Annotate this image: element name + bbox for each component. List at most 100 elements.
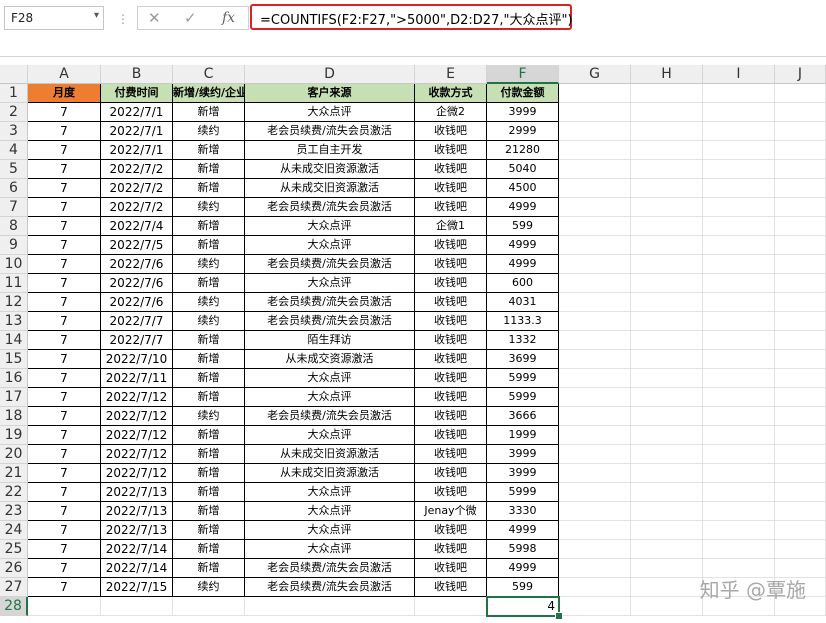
data-cell[interactable]: 新增 [173,369,245,388]
data-cell[interactable]: 7 [28,521,101,540]
data-cell[interactable]: 新增 [173,502,245,521]
empty-cell[interactable] [703,141,775,160]
row-header-10[interactable]: 10 [0,255,28,274]
data-cell[interactable]: 老会员续费/流失会员激活 [245,578,415,597]
row-header-1[interactable]: 1 [0,84,28,103]
empty-cell[interactable] [703,388,775,407]
data-cell[interactable]: 21280 [487,141,559,160]
data-cell[interactable]: 7 [28,407,101,426]
empty-cell[interactable] [631,198,703,217]
empty-cell[interactable] [631,141,703,160]
empty-cell[interactable] [631,426,703,445]
empty-cell[interactable] [631,540,703,559]
data-cell[interactable]: 7 [28,293,101,312]
row-header-25[interactable]: 25 [0,540,28,559]
empty-cell[interactable] [775,198,826,217]
data-cell[interactable]: 1332 [487,331,559,350]
data-cell[interactable]: 收钱吧 [415,483,487,502]
header-cell-f[interactable]: 付款金额 [487,84,559,103]
column-header-d[interactable]: D [245,65,415,84]
data-cell[interactable]: 老会员续费/流失会员激活 [245,312,415,331]
empty-cell[interactable] [559,407,631,426]
data-cell[interactable]: 收钱吧 [415,274,487,293]
empty-cell[interactable] [703,122,775,141]
empty-cell[interactable] [703,293,775,312]
empty-cell[interactable] [775,369,826,388]
empty-cell[interactable] [559,274,631,293]
row-header-12[interactable]: 12 [0,293,28,312]
data-cell[interactable]: 大众点评 [245,236,415,255]
column-header-b[interactable]: B [101,65,173,84]
empty-cell[interactable] [631,255,703,274]
data-cell[interactable]: 收钱吧 [415,312,487,331]
data-cell[interactable]: 5040 [487,160,559,179]
empty-cell[interactable] [775,445,826,464]
empty-cell[interactable] [559,426,631,445]
row-header-11[interactable]: 11 [0,274,28,293]
empty-cell[interactable] [775,312,826,331]
data-cell[interactable]: 7 [28,160,101,179]
empty-cell[interactable] [559,502,631,521]
chevron-down-icon[interactable]: ▾ [94,10,99,21]
data-cell[interactable]: 新增 [173,350,245,369]
formula-input[interactable]: =COUNTIFS(F2:F27,">5000",D2:D27,"大众点评") [260,9,573,28]
data-cell[interactable]: 收钱吧 [415,578,487,597]
empty-cell[interactable] [703,103,775,122]
row-header-26[interactable]: 26 [0,559,28,578]
data-cell[interactable]: 新增 [173,141,245,160]
data-cell[interactable]: 老会员续费/流失会员激活 [245,407,415,426]
data-cell[interactable]: 2999 [487,122,559,141]
data-cell[interactable]: 大众点评 [245,426,415,445]
data-cell[interactable]: 2022/7/12 [101,426,173,445]
data-cell[interactable]: 4500 [487,179,559,198]
data-cell[interactable]: 2022/7/1 [101,122,173,141]
data-cell[interactable]: 收钱吧 [415,141,487,160]
data-cell[interactable]: 大众点评 [245,369,415,388]
data-cell[interactable]: 大众点评 [245,388,415,407]
row-header-18[interactable]: 18 [0,407,28,426]
data-cell[interactable]: 老会员续费/流失会员激活 [245,293,415,312]
column-header-e[interactable]: E [415,65,487,84]
row-header-5[interactable]: 5 [0,160,28,179]
empty-cell[interactable] [631,578,703,597]
column-header-f[interactable]: F [487,65,559,84]
data-cell[interactable]: 老会员续费/流失会员激活 [245,198,415,217]
data-cell[interactable]: 新增 [173,160,245,179]
empty-cell[interactable] [703,407,775,426]
empty-cell[interactable] [703,426,775,445]
data-cell[interactable]: 4999 [487,255,559,274]
column-header-a[interactable]: A [28,65,101,84]
data-cell[interactable]: 大众点评 [245,483,415,502]
data-cell[interactable]: 新增 [173,274,245,293]
empty-cell[interactable] [703,445,775,464]
empty-cell[interactable] [775,84,826,103]
row-header-23[interactable]: 23 [0,502,28,521]
empty-cell[interactable] [559,464,631,483]
fill-handle-icon[interactable] [555,612,563,620]
data-cell[interactable]: 2022/7/13 [101,521,173,540]
empty-cell[interactable] [559,521,631,540]
data-cell[interactable]: 大众点评 [245,274,415,293]
data-cell[interactable]: 7 [28,236,101,255]
data-cell[interactable]: 收钱吧 [415,369,487,388]
empty-cell[interactable] [631,217,703,236]
empty-cell[interactable] [631,502,703,521]
empty-cell[interactable] [245,597,415,616]
empty-cell[interactable] [775,483,826,502]
row-header-2[interactable]: 2 [0,103,28,122]
data-cell[interactable]: 1999 [487,426,559,445]
empty-cell[interactable] [703,464,775,483]
empty-cell[interactable] [775,255,826,274]
header-cell-d[interactable]: 客户来源 [245,84,415,103]
data-cell[interactable]: 大众点评 [245,217,415,236]
empty-cell[interactable] [631,312,703,331]
row-header-17[interactable]: 17 [0,388,28,407]
row-header-22[interactable]: 22 [0,483,28,502]
data-cell[interactable]: 新增 [173,236,245,255]
data-cell[interactable]: 2022/7/2 [101,198,173,217]
empty-cell[interactable] [775,274,826,293]
empty-cell[interactable] [775,350,826,369]
data-cell[interactable]: 续约 [173,122,245,141]
empty-cell[interactable] [28,597,101,616]
data-cell[interactable]: 续约 [173,312,245,331]
